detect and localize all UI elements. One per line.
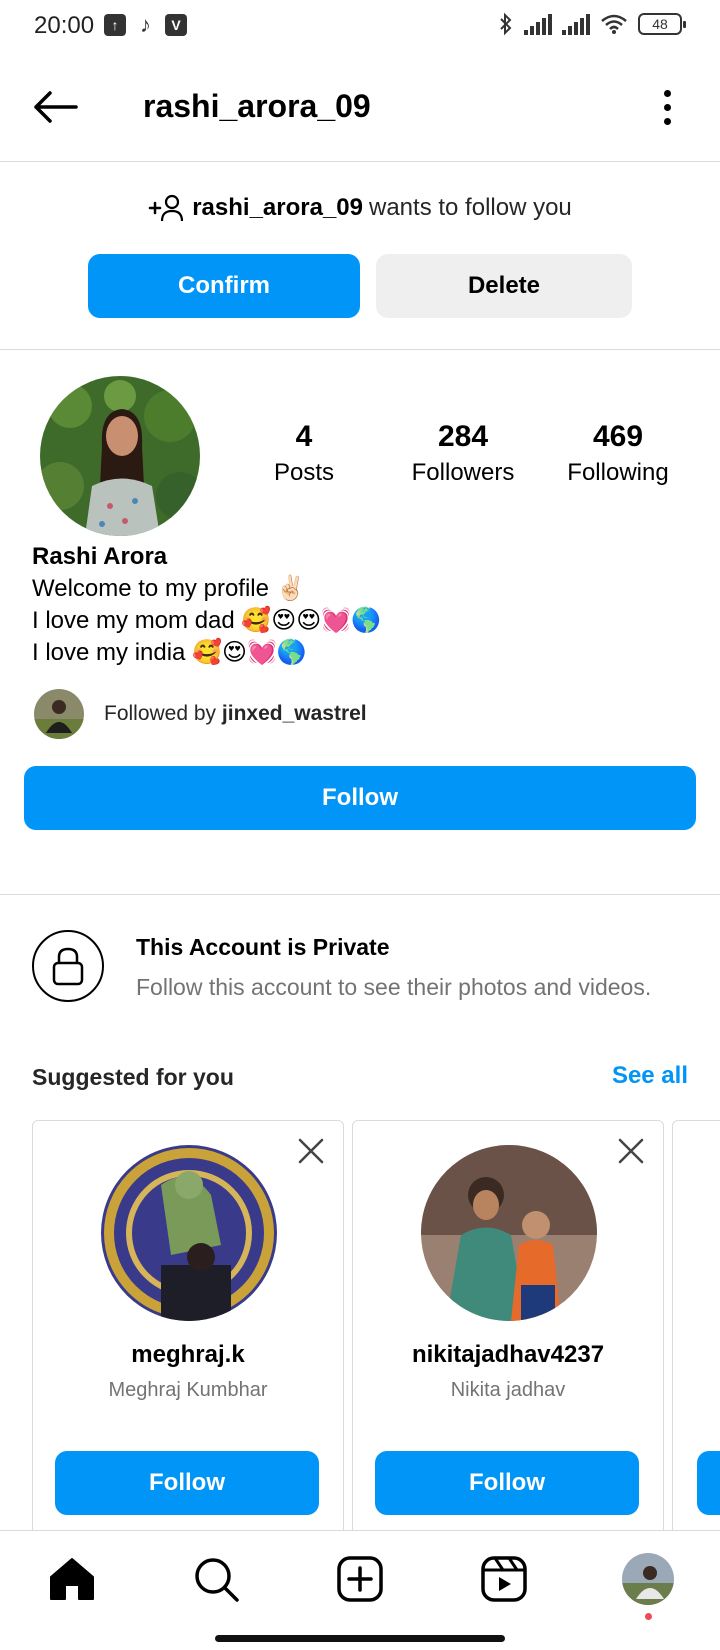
suggestion-follow-button[interactable]: Follow [55,1451,319,1515]
status-time: 20:00 [34,12,95,39]
followed-by[interactable]: Followed by jinxed_wastrel [34,688,367,740]
posts-count: 4 [295,420,313,453]
bio-line: I love my india 🥰😍💓🌎 [32,639,307,666]
profile-header: rashi_arora_09 [0,54,720,162]
search-icon [195,1558,239,1602]
suggestion-card[interactable]: nikitajadhav4237 Nikita jadhav Follow [352,1120,664,1540]
suggestion-card-peek[interactable] [672,1120,720,1540]
suggestion-username[interactable]: nikitajadhav4237 [353,1341,663,1369]
private-lock-badge [32,930,104,1002]
nav-create[interactable] [334,1553,386,1605]
profile-name: Rashi Arora [32,543,168,570]
close-icon [618,1138,644,1164]
posts-stat[interactable]: 4 Posts [262,418,346,490]
suggestion-card[interactable]: meghraj.k Meghraj Kumbhar Follow [32,1120,344,1540]
dismiss-suggestion-button[interactable] [615,1135,647,1167]
lock-icon [52,947,84,986]
confirm-button[interactable]: Confirm [88,254,360,318]
more-options-button[interactable] [652,84,682,130]
dismiss-suggestion-button[interactable] [295,1135,327,1167]
notification-dot [645,1613,652,1620]
add-person-icon [148,194,184,222]
bio-line: Welcome to my profile ✌🏻 [32,575,306,602]
follow-button[interactable]: Follow [24,766,696,830]
following-label: Following [567,459,669,486]
follow-request-banner: rashi_arora_09 wants to follow you Confi… [0,162,720,350]
signal-icon [524,13,552,35]
battery-icon: 48 [638,13,686,35]
more-vertical-icon [663,89,671,97]
section-divider [0,894,720,895]
following-stat[interactable]: 469 Following [552,418,684,490]
following-count: 469 [592,420,644,453]
bottom-navigation [0,1530,720,1650]
upload-icon: ↑ [104,14,126,36]
suggested-title: Suggested for you [32,1064,234,1090]
profile-avatar[interactable] [40,376,200,536]
suggestion-avatar[interactable] [421,1145,597,1321]
suggestion-follow-button-peek[interactable] [697,1451,720,1515]
followed-by-text: Followed by jinxed_wastrel [104,702,367,726]
home-indicator[interactable] [215,1635,505,1642]
status-left-icons: ↑ ♪ V [104,14,187,36]
follow-request-text: rashi_arora_09 wants to follow you [0,194,720,222]
v-app-icon: V [165,14,187,36]
status-bar: 20:00 ↑ ♪ V 48 [0,0,720,54]
bio-line: I love my mom dad 🥰😍😍💓🌎 [32,607,382,634]
request-message: wants to follow you [369,194,572,221]
suggestion-follow-button[interactable]: Follow [375,1451,639,1515]
followers-stat[interactable]: 284 Followers [398,418,528,490]
followers-count: 284 [437,420,489,453]
followed-by-prefix: Followed by [104,702,217,725]
followers-label: Followers [411,459,515,486]
page-title: rashi_arora_09 [143,88,371,124]
tiktok-icon: ♪ [140,12,151,37]
suggestion-username[interactable]: meghraj.k [33,1341,343,1369]
profile-avatar-icon [622,1553,674,1605]
nav-reels[interactable] [478,1553,530,1605]
signal-icon [562,13,590,35]
delete-button[interactable]: Delete [376,254,632,318]
nav-profile[interactable] [622,1553,674,1605]
home-icon [50,1558,94,1600]
back-button[interactable] [30,84,80,130]
suggestion-avatar[interactable] [101,1145,277,1321]
see-all-link[interactable]: See all [612,1062,688,1090]
bluetooth-icon [500,12,512,36]
wifi-icon [601,14,627,34]
status-right-icons: 48 [498,12,686,36]
mutual-follower-avatar [34,689,84,739]
private-account-subtitle: Follow this account to see their photos … [136,974,652,1000]
profile-stats: 4 Posts 284 Followers 469 Following [248,418,688,488]
create-icon [337,1556,383,1602]
posts-label: Posts [273,459,335,486]
request-username[interactable]: rashi_arora_09 [192,194,363,222]
close-icon [298,1138,324,1164]
followed-by-username: jinxed_wastrel [221,702,367,725]
suggestion-fullname: Nikita jadhav [450,1379,566,1401]
profile-bio: Rashi Arora Welcome to my profile ✌🏻 I l… [32,541,672,669]
suggestion-fullname: Meghraj Kumbhar [108,1379,268,1401]
private-account-title: This Account is Private [136,934,390,960]
nav-home[interactable] [46,1553,98,1605]
arrow-left-icon [34,91,78,123]
reels-icon [481,1556,527,1602]
nav-search[interactable] [190,1553,242,1605]
